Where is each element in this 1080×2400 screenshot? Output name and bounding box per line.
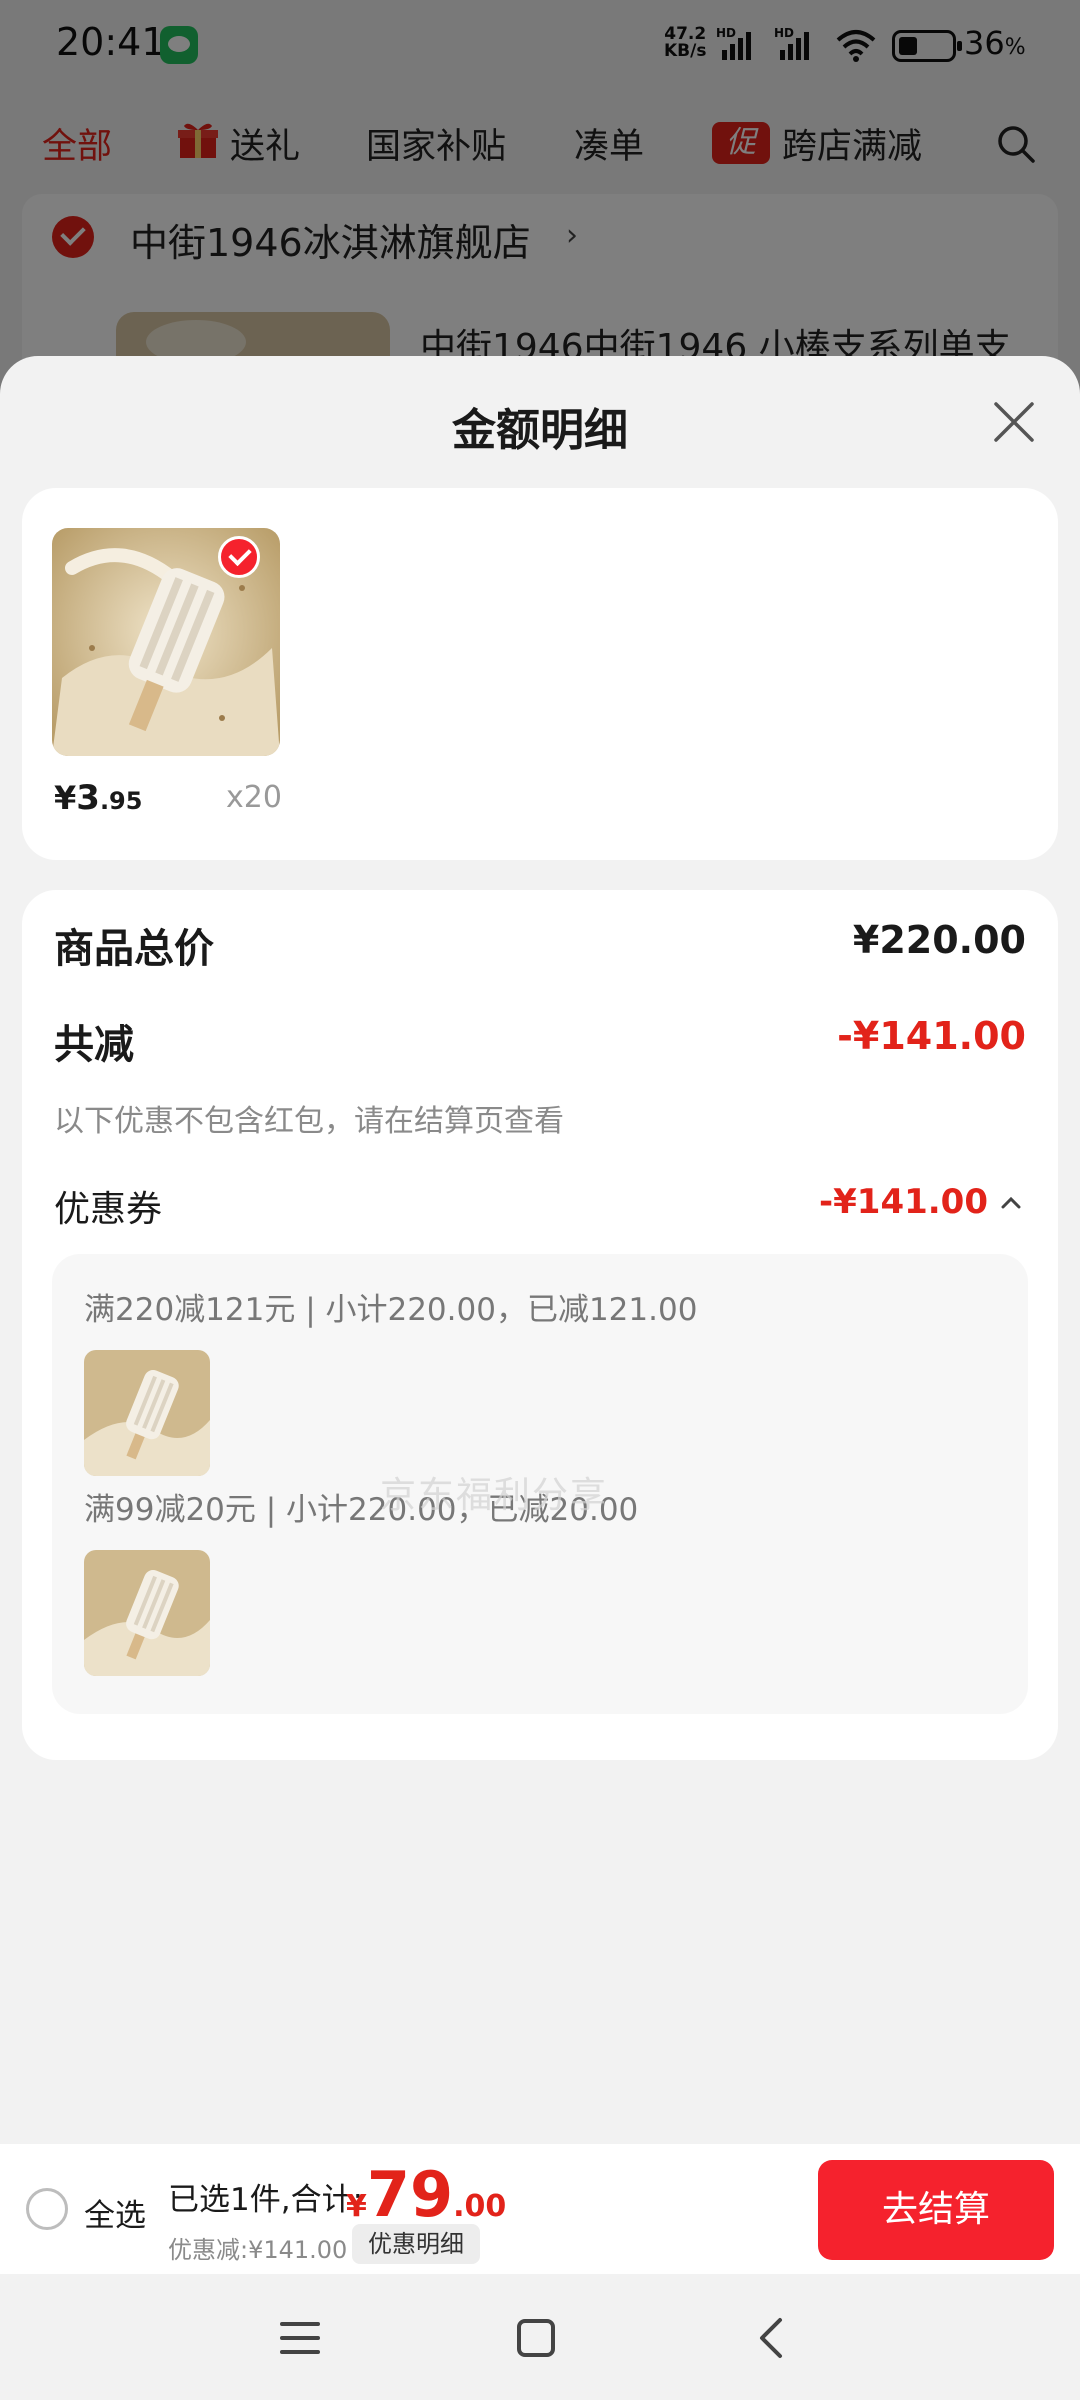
total-amount: ¥79.00 — [346, 2158, 506, 2231]
coupon-value[interactable]: -¥141.00 — [819, 1182, 988, 1222]
discount-detail-button[interactable]: 优惠明细 — [352, 2224, 480, 2264]
back-icon[interactable] — [742, 2308, 802, 2368]
total-integer: 79 — [366, 2158, 454, 2231]
menu-icon[interactable] — [270, 2308, 330, 2368]
product-price: ¥3.95 — [54, 778, 142, 818]
select-all-radio[interactable] — [26, 2188, 68, 2230]
discount-amount: 优惠减:¥141.00 — [168, 2236, 348, 2264]
total-decimal: .00 — [453, 2189, 507, 2224]
coupon-product-image — [84, 1350, 210, 1476]
total-reduction-label: 共减 — [54, 1022, 134, 1068]
amount-detail-sheet: 金额明细 ¥3.95 x20 商品总价 ¥220.00 共减 -¥141.00 … — [0, 356, 1080, 2400]
total-symbol: ¥ — [346, 2189, 367, 2224]
checkout-bar: 全选 已选1件,合计: ¥79.00 优惠减:¥141.00 优惠明细 去结算 — [0, 2144, 1080, 2274]
total-reduction-value: -¥141.00 — [837, 1014, 1026, 1058]
chevron-up-icon[interactable] — [1000, 1192, 1022, 1214]
close-icon[interactable] — [992, 400, 1036, 444]
home-icon[interactable] — [506, 2308, 566, 2368]
price-symbol: ¥ — [54, 779, 77, 817]
watermark: 京东福利分享 — [380, 1475, 609, 1516]
selected-products-card: ¥3.95 x20 — [22, 488, 1058, 860]
coupon-product-image — [84, 1550, 210, 1676]
coupon-label: 优惠券 — [54, 1189, 163, 1230]
selected-summary: 已选1件,合计: — [168, 2182, 364, 2218]
price-integer: 3 — [76, 778, 100, 818]
product-selected-check-icon[interactable] — [218, 536, 260, 578]
system-nav-bar — [0, 2274, 1080, 2400]
sheet-title: 金额明细 — [452, 405, 628, 456]
reduction-note: 以下优惠不包含红包，请在结算页查看 — [54, 1104, 564, 1139]
total-price-label: 商品总价 — [54, 926, 214, 972]
coupon-rule: 满220减121元 | 小计220.00，已减121.00 — [84, 1292, 698, 1328]
price-decimal: .95 — [99, 787, 143, 815]
checkout-button[interactable]: 去结算 — [818, 2160, 1054, 2260]
product-quantity: x20 — [226, 780, 282, 815]
total-price-value: ¥220.00 — [852, 918, 1026, 962]
price-summary-card: 商品总价 ¥220.00 共减 -¥141.00 以下优惠不包含红包，请在结算页… — [22, 890, 1058, 1760]
select-all-label[interactable]: 全选 — [84, 2190, 146, 2235]
